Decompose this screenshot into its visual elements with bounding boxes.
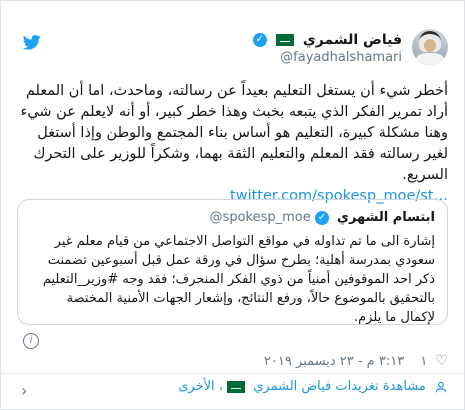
footer-label[interactable]: مشاهدة تغريدات فياض الشمري (253, 379, 426, 394)
footer-saudi-flag-icon (227, 380, 246, 393)
quote-header: ابتسام الشهري ✓ @spokesp_moe (210, 210, 435, 225)
quote-text: إشارة الى ما تم تداوله في مواقع التواصل … (42, 234, 435, 325)
divider (1, 373, 464, 374)
likes[interactable]: ♡ ١ ٣:١٣ م - ٢٣ ديسمبر ٢٠١٩ (264, 353, 448, 369)
quoted-tweet[interactable]: ابتسام الشهري ✓ @spokesp_moe إشارة الى م… (17, 199, 448, 325)
tweet-text: أخطر شيء أن يستغل التعليم بعيداً عن رسال… (17, 81, 449, 207)
tweet-body: أخطر شيء أن يستغل التعليم بعيداً عن رسال… (20, 83, 449, 183)
heart-icon[interactable]: ♡ (435, 353, 448, 369)
tweet-header: فياض الشمري ✓ @fayadhalshamari (17, 29, 448, 73)
info-icon[interactable]: i (23, 333, 39, 349)
person-icon (435, 381, 447, 392)
author-name[interactable]: فياض الشمري (303, 32, 402, 48)
saudi-flag-icon (275, 33, 294, 46)
footer-suffix[interactable]: ، الأخرى (178, 379, 223, 394)
like-count: ١ (420, 354, 428, 369)
author-info[interactable]: فياض الشمري ✓ @fayadhalshamari (252, 29, 402, 67)
verified-icon: ✓ (252, 32, 267, 47)
tweet-meta: ♡ ١ ٣:١٣ م - ٢٣ ديسمبر ٢٠١٩ (17, 353, 448, 373)
quote-verified-icon: ✓ (314, 210, 329, 225)
timestamp[interactable]: ٣:١٣ م - ٢٣ ديسمبر ٢٠١٩ (264, 354, 404, 369)
more-tweets-link[interactable]: مشاهدة تغريدات فياض الشمري ، الأخرى ‹ (17, 379, 448, 401)
quote-author-name: ابتسام الشهري (337, 210, 435, 225)
quote-author-handle: @spokesp_moe (209, 210, 311, 225)
chevron-left-icon[interactable]: ‹ (21, 381, 27, 400)
avatar[interactable] (412, 29, 448, 65)
tweet-card: فياض الشمري ✓ @fayadhalshamari أخطر شيء … (0, 0, 465, 410)
author-handle[interactable]: @fayadhalshamari (253, 49, 402, 67)
